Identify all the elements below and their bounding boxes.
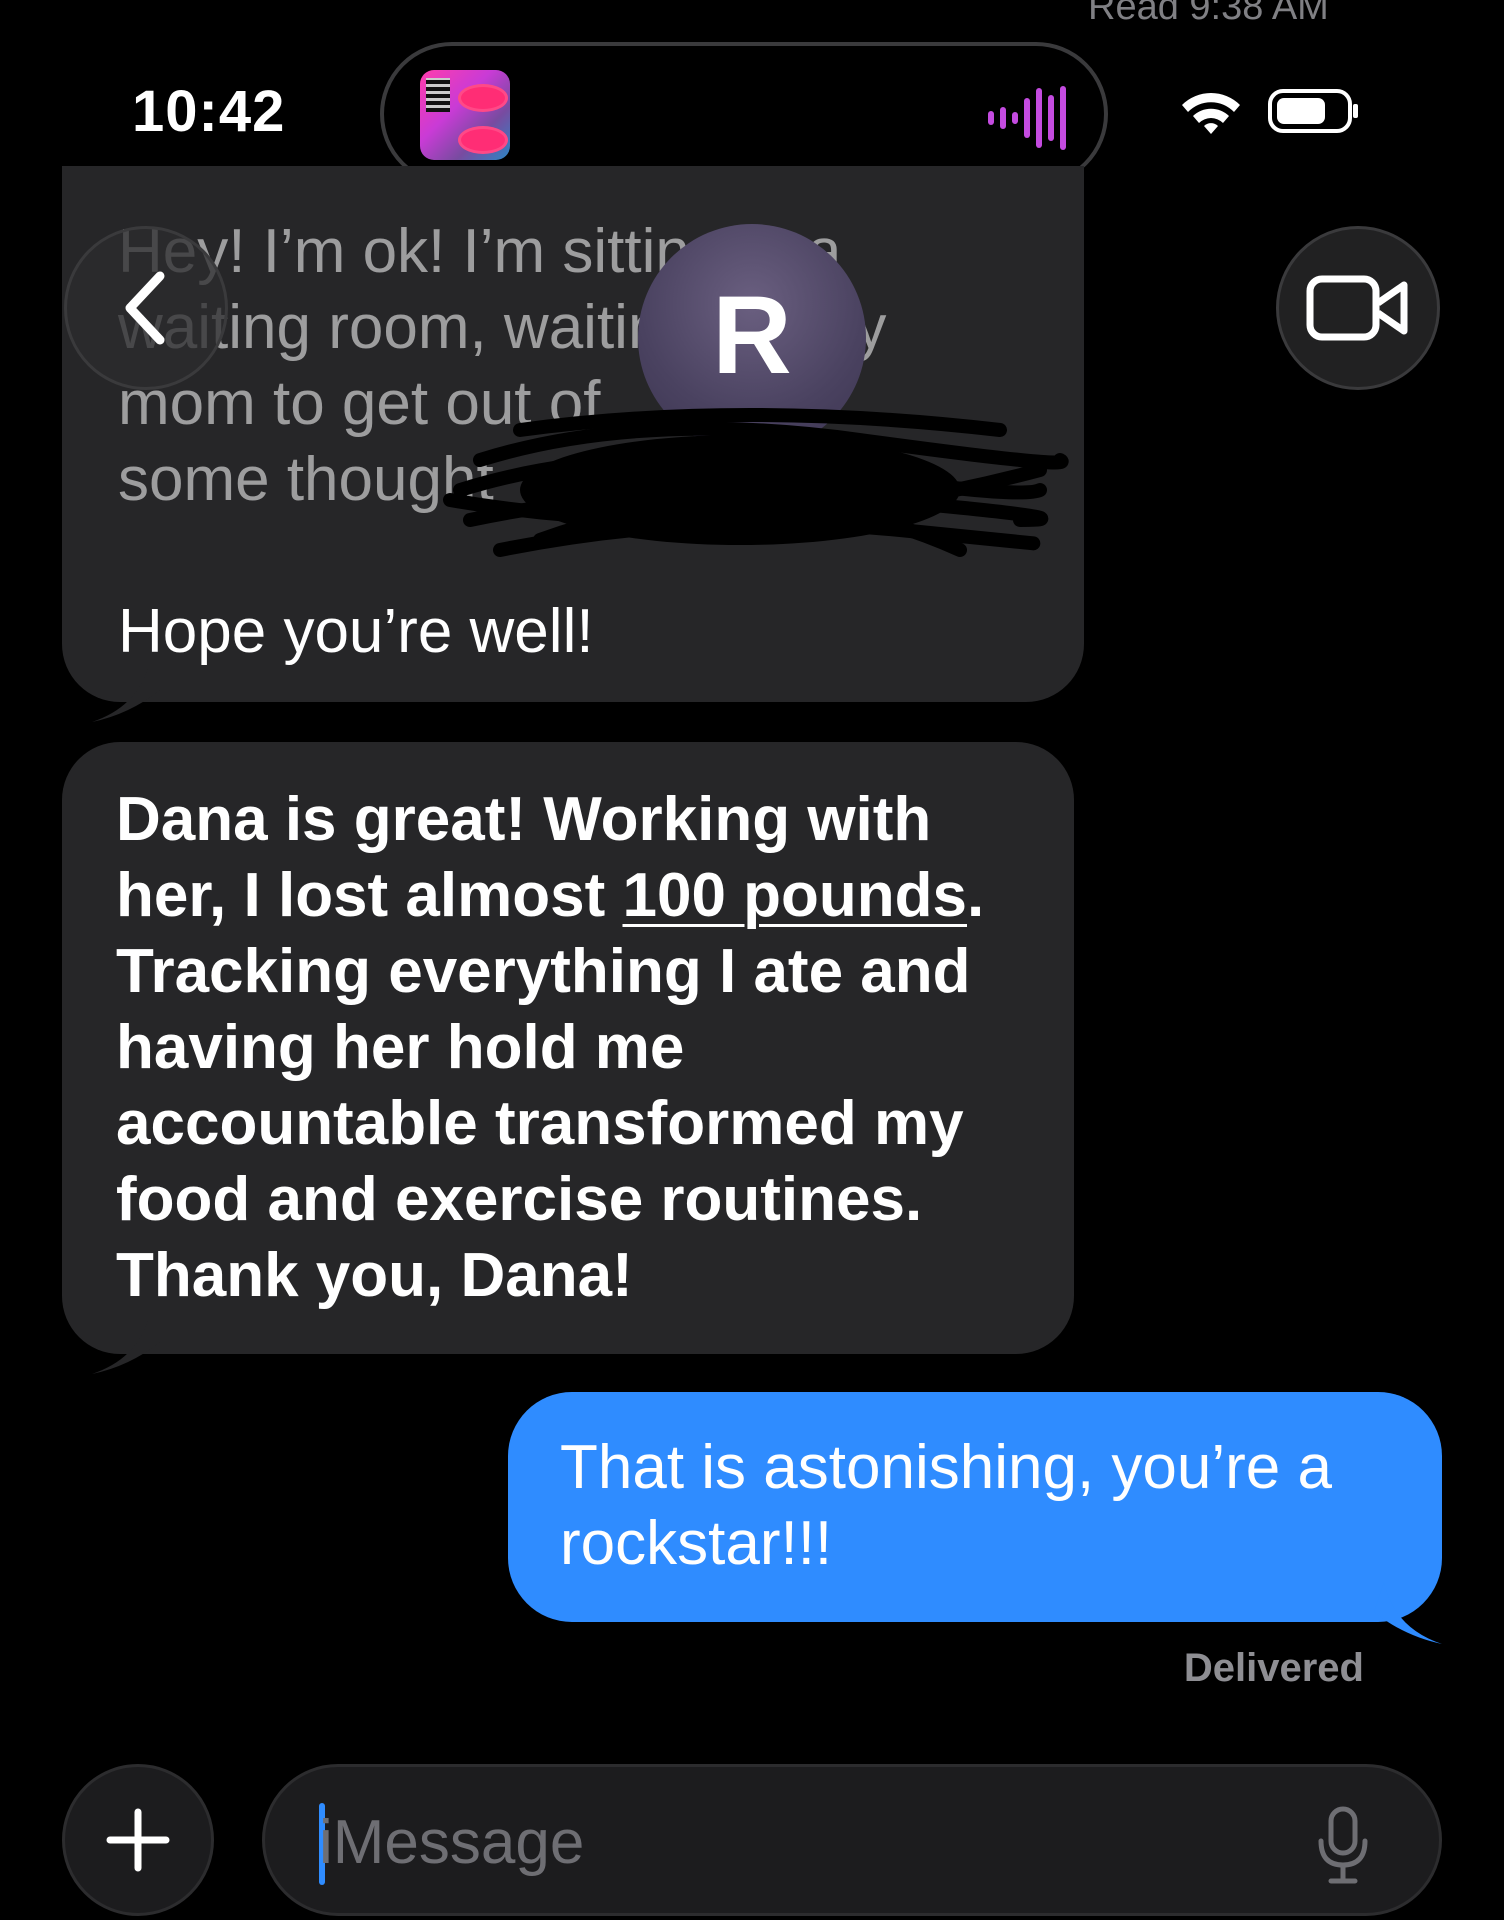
message-bubble-incoming[interactable]: Dana is great! Working with her, I lost …: [62, 742, 1074, 1354]
message-text: That is astonishing, you’re a rockstar!!…: [560, 1433, 1332, 1578]
apps-plus-button[interactable]: [62, 1764, 214, 1916]
read-receipt: Read 9:38 AM: [1088, 0, 1329, 28]
bubble-tail: [1374, 1582, 1442, 1644]
message-line: waiting room, waiting for my: [118, 293, 887, 362]
message-line: Hope you’re well!: [118, 597, 594, 666]
back-button[interactable]: [64, 226, 228, 390]
audio-waveform-icon: [988, 86, 1066, 150]
bubble-tail: [92, 1312, 160, 1374]
data-detector-link[interactable]: 100 pounds: [622, 861, 967, 930]
message-composer[interactable]: [262, 1764, 1442, 1916]
bubble-tail: [92, 660, 160, 722]
facetime-video-button[interactable]: [1276, 226, 1440, 390]
contact-initial: R: [712, 273, 792, 397]
chevron-left-icon: [125, 271, 165, 345]
redaction-scribble: [443, 408, 1069, 557]
wifi-icon: [1182, 92, 1240, 134]
dynamic-island[interactable]: [380, 42, 1108, 186]
message-line: Hey! I’m ok! I’m sitting in a: [118, 217, 842, 286]
video-camera-icon: [1306, 275, 1408, 341]
status-time: 10:42: [132, 79, 286, 144]
microphone-icon[interactable]: [1315, 1805, 1371, 1885]
now-playing-artwork: [420, 70, 510, 160]
delivery-status: Delivered: [1183, 1646, 1364, 1690]
message-bubble-outgoing[interactable]: That is astonishing, you’re a rockstar!!…: [508, 1392, 1442, 1622]
imessage-input[interactable]: [317, 1793, 1281, 1891]
plus-icon: [106, 1808, 170, 1872]
battery-icon: [1268, 89, 1358, 133]
